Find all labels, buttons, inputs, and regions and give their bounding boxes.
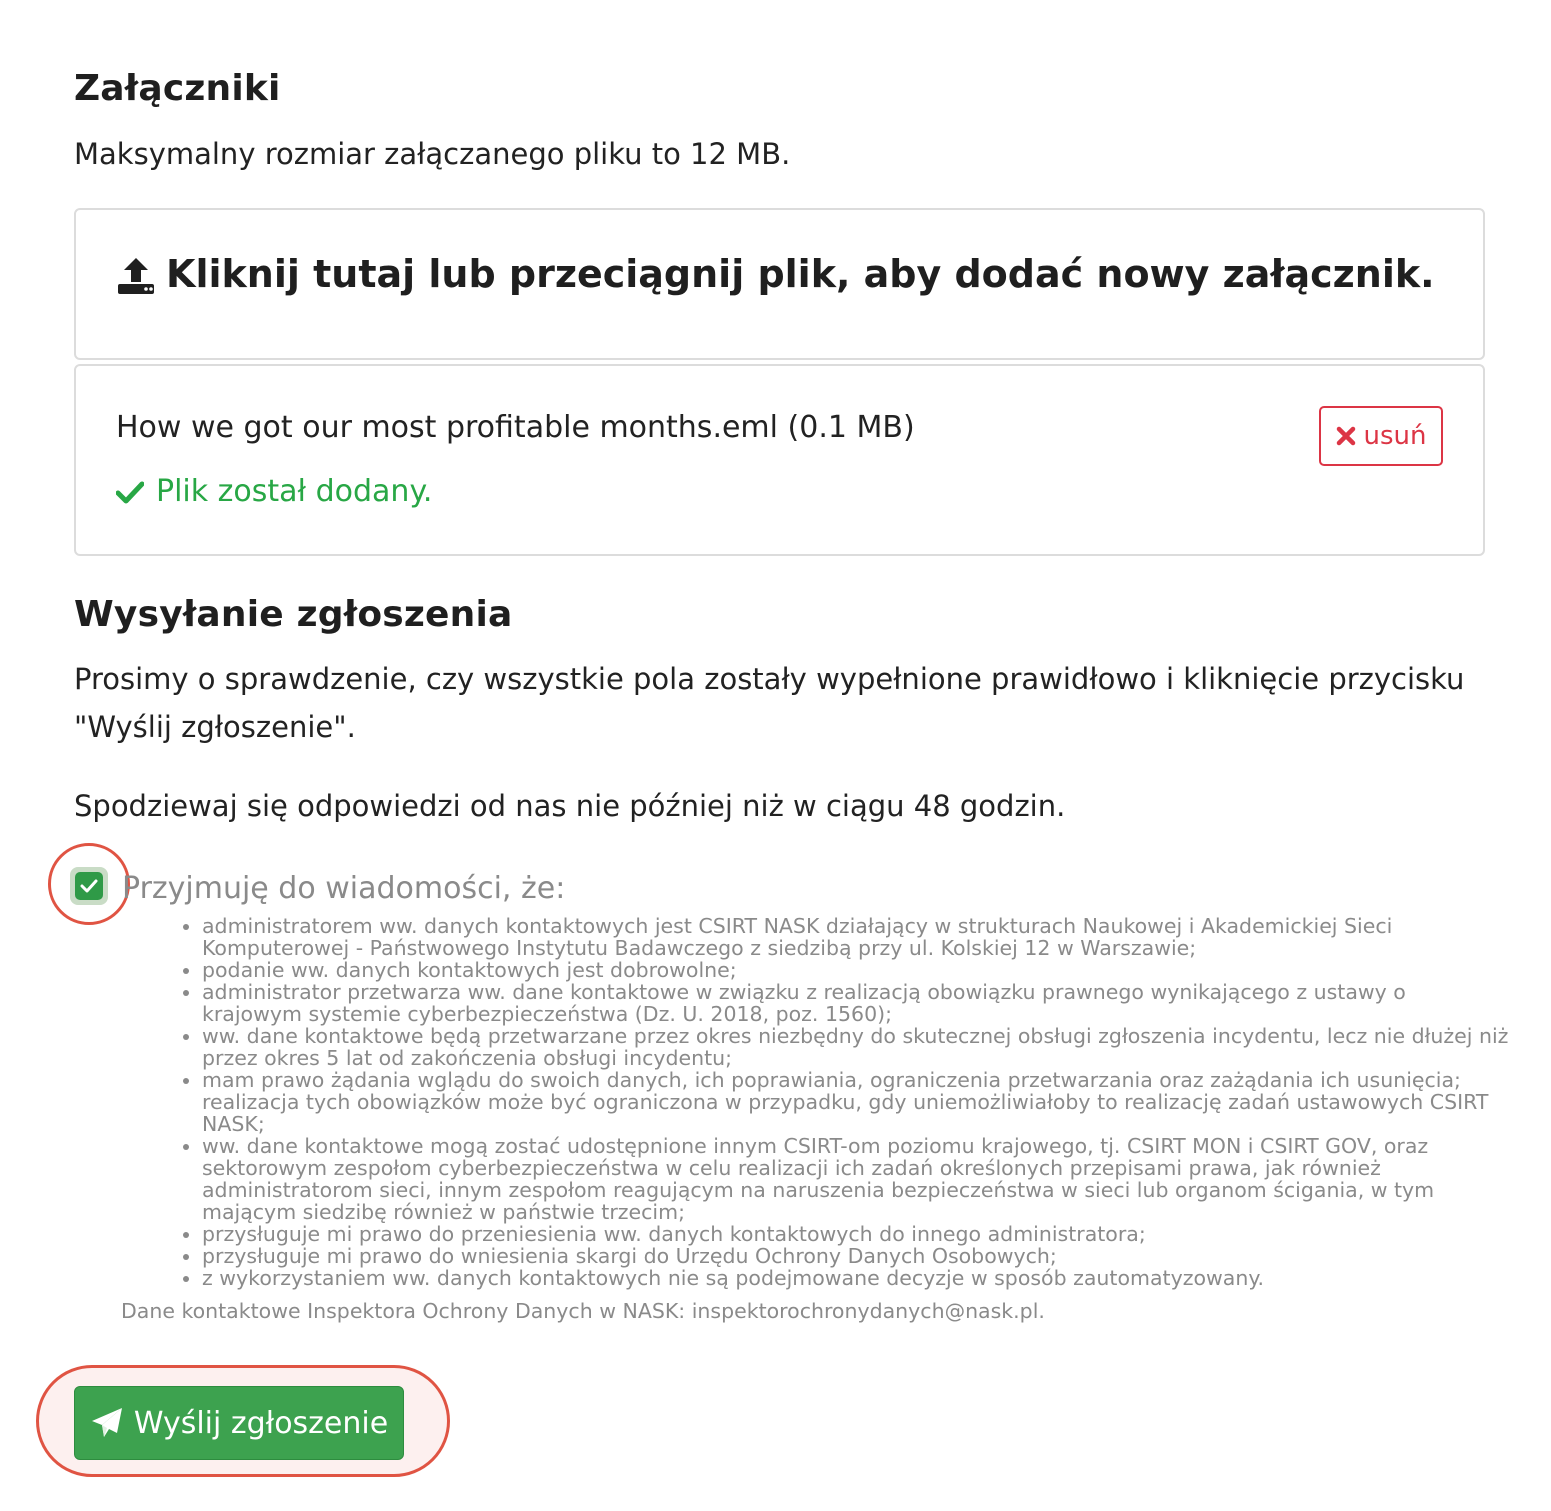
- list-item: ww. dane kontaktowe mogą zostać udostępn…: [202, 1135, 1512, 1223]
- consent-checkbox-checked: [75, 872, 103, 900]
- attachment-dropzone[interactable]: Kliknij tutaj lub przeciągnij plik, aby …: [74, 208, 1485, 360]
- dropzone-text: Kliknij tutaj lub przeciągnij plik, aby …: [166, 252, 1435, 296]
- list-item: z wykorzystaniem ww. danych kontaktowych…: [202, 1267, 1512, 1289]
- submission-instructions: Prosimy o sprawdzenie, czy wszystkie pol…: [74, 662, 1465, 744]
- upload-icon: [116, 256, 156, 296]
- iod-contact: Dane kontaktowe Inspektora Ochrony Danyc…: [121, 1299, 1045, 1323]
- list-item: przysługuje mi prawo do wniesienia skarg…: [202, 1245, 1512, 1267]
- consent-checkbox[interactable]: [70, 867, 108, 905]
- list-item: przysługuje mi prawo do przeniesienia ww…: [202, 1223, 1512, 1245]
- submit-report-label: Wyślij zgłoszenie: [133, 1405, 389, 1441]
- list-item: administratorem ww. danych kontaktowych …: [202, 915, 1512, 959]
- list-item: mam prawo żądania wglądu do swoich danyc…: [202, 1069, 1512, 1135]
- consent-label: Przyjmuję do wiadomości, że:: [122, 871, 566, 906]
- attachments-max-size: Maksymalny rozmiar załączanego pliku to …: [74, 137, 791, 171]
- paper-plane-icon: [91, 1408, 122, 1437]
- submission-title: Wysyłanie zgłoszenia: [74, 594, 513, 635]
- response-time-info: Spodziewaj się odpowiedzi od nas nie póź…: [74, 789, 1066, 823]
- attached-file-card: How we got our most profitable months.em…: [74, 364, 1485, 556]
- check-icon: [116, 481, 144, 503]
- consent-list: administratorem ww. danych kontaktowych …: [178, 915, 1512, 1289]
- check-icon: [80, 879, 98, 893]
- file-status: Plik został dodany.: [116, 474, 432, 509]
- list-item: podanie ww. danych kontaktowych jest dob…: [202, 959, 1512, 981]
- remove-file-label: usuń: [1363, 421, 1427, 451]
- x-icon: [1336, 426, 1355, 446]
- attachments-title: Załączniki: [74, 68, 281, 109]
- submit-report-button[interactable]: Wyślij zgłoszenie: [74, 1386, 404, 1460]
- remove-file-button[interactable]: usuń: [1319, 406, 1443, 466]
- file-status-text: Plik został dodany.: [156, 474, 433, 509]
- attached-file-name: How we got our most profitable months.em…: [116, 410, 915, 445]
- list-item: ww. dane kontaktowe będą przetwarzane pr…: [202, 1025, 1512, 1069]
- list-item: administrator przetwarza ww. dane kontak…: [202, 981, 1512, 1025]
